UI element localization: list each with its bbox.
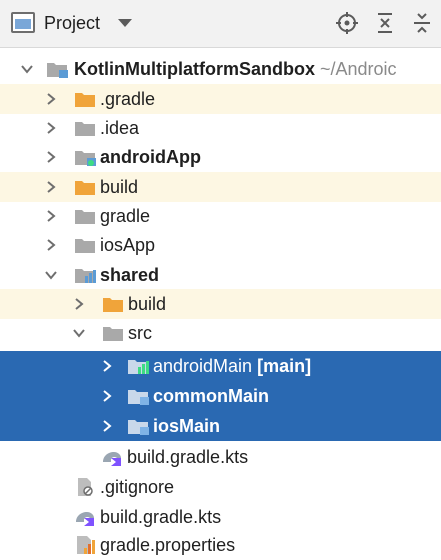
chevron-down-icon[interactable] bbox=[44, 268, 58, 282]
tree-row-gradle-dir[interactable]: .gradle bbox=[0, 84, 441, 114]
tree-label: gradle bbox=[100, 206, 151, 226]
tree-label: iosApp bbox=[100, 235, 156, 255]
chevron-right-icon[interactable] bbox=[44, 180, 58, 194]
tree-row-ios-app[interactable]: iosApp bbox=[0, 230, 441, 260]
source-set-folder-icon bbox=[128, 390, 149, 405]
properties-file-icon bbox=[77, 536, 95, 554]
chevron-right-icon[interactable] bbox=[100, 359, 114, 373]
chevron-right-icon[interactable] bbox=[44, 209, 58, 223]
android-module-icon bbox=[75, 151, 96, 166]
tree-label: commonMain bbox=[153, 386, 270, 406]
chevron-right-icon[interactable] bbox=[44, 92, 58, 106]
folder-icon bbox=[75, 210, 95, 224]
gradle-kotlin-file-icon bbox=[103, 452, 121, 466]
tree-label: build.gradle.kts bbox=[100, 507, 222, 527]
tree-row-root[interactable]: KotlinMultiplatformSandbox ~/Androic bbox=[0, 54, 441, 84]
expand-all-icon[interactable] bbox=[373, 11, 397, 35]
tree-label: build.gradle.kts bbox=[127, 447, 249, 467]
source-set-folder-icon bbox=[128, 420, 149, 435]
tree-label: shared bbox=[100, 265, 160, 285]
tree-label: build bbox=[128, 294, 167, 314]
tree-row-shared[interactable]: shared bbox=[0, 260, 441, 290]
source-set-tag: [main] bbox=[257, 356, 312, 376]
source-set-folder-icon bbox=[128, 360, 149, 374]
chevron-down-icon[interactable] bbox=[20, 62, 34, 76]
tree-label: .gitignore bbox=[100, 477, 175, 497]
excluded-folder-icon bbox=[103, 298, 123, 312]
tree-row-idea[interactable]: .idea bbox=[0, 113, 441, 143]
tree-row-gitignore[interactable]: .gitignore bbox=[0, 472, 441, 502]
tree-label: .idea bbox=[100, 118, 140, 138]
tree-row-ios-main[interactable]: iosMain bbox=[0, 411, 441, 441]
excluded-folder-icon bbox=[75, 93, 95, 107]
chevron-down-icon[interactable] bbox=[72, 326, 86, 340]
tree-label: gradle.properties bbox=[100, 535, 236, 555]
project-view-title[interactable]: Project bbox=[44, 12, 100, 34]
tree-row-common-main[interactable]: commonMain bbox=[0, 381, 441, 411]
root-project-name: KotlinMultiplatformSandbox bbox=[74, 59, 315, 79]
locate-target-icon[interactable] bbox=[335, 11, 359, 35]
tree-row-android-app[interactable]: androidApp bbox=[0, 142, 441, 172]
tree-row-root-build-gradle[interactable]: build.gradle.kts bbox=[0, 502, 441, 532]
tree-row-shared-build-gradle[interactable]: build.gradle.kts bbox=[0, 442, 441, 472]
root-project-path: ~/Androic bbox=[320, 59, 397, 79]
tree-label: androidApp bbox=[100, 147, 201, 167]
tree-row-gradle[interactable]: gradle bbox=[0, 201, 441, 231]
tree-label: .gradle bbox=[100, 89, 156, 109]
ignore-file-icon bbox=[78, 478, 93, 496]
project-view-icon bbox=[11, 12, 35, 33]
excluded-folder-icon bbox=[75, 181, 95, 195]
chevron-right-icon[interactable] bbox=[100, 419, 114, 433]
tree-label: build bbox=[100, 177, 139, 197]
tree-row-gradle-properties[interactable]: gradle.properties bbox=[0, 530, 441, 560]
tree-row-src[interactable]: src bbox=[0, 318, 441, 348]
tree-row-build[interactable]: build bbox=[0, 172, 441, 202]
chevron-right-icon[interactable] bbox=[44, 121, 58, 135]
chevron-right-icon[interactable] bbox=[72, 297, 86, 311]
project-toolbar: Project bbox=[0, 0, 441, 48]
tree-label: androidMain bbox=[153, 356, 253, 376]
chevron-right-icon[interactable] bbox=[44, 150, 58, 164]
gradle-kotlin-file-icon bbox=[76, 512, 94, 526]
collapse-all-icon[interactable] bbox=[410, 11, 434, 35]
chevron-right-icon[interactable] bbox=[100, 389, 114, 403]
chevron-down-icon[interactable] bbox=[118, 19, 132, 27]
folder-icon bbox=[75, 239, 95, 253]
tree-label: src bbox=[128, 323, 152, 343]
chevron-right-icon[interactable] bbox=[44, 238, 58, 252]
folder-icon bbox=[75, 122, 95, 136]
tree-row-android-main[interactable]: androidMain [main] bbox=[0, 351, 441, 381]
shared-module-icon bbox=[75, 269, 96, 283]
tree-label: iosMain bbox=[153, 416, 221, 436]
module-folder-icon bbox=[47, 63, 68, 78]
tree-row-shared-build[interactable]: build bbox=[0, 289, 441, 319]
folder-icon bbox=[103, 327, 123, 341]
